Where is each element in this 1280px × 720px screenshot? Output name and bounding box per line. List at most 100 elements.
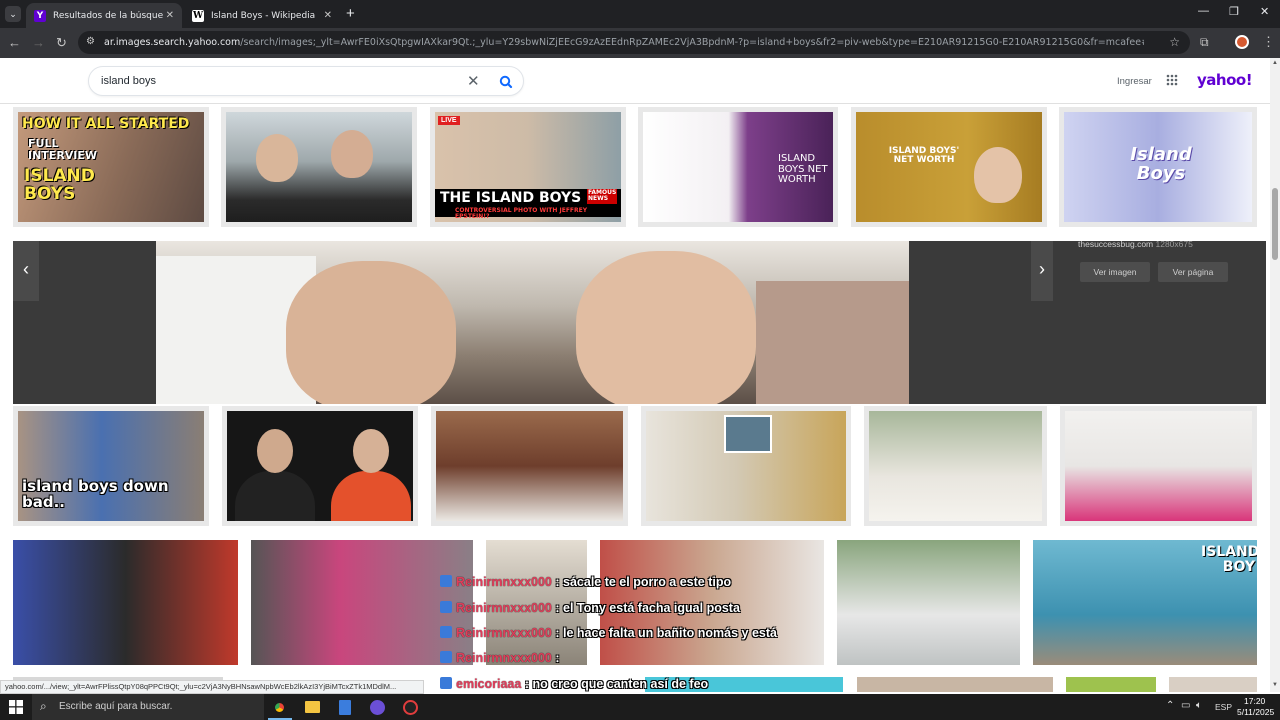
clock-time[interactable]: 17:20 [1244, 696, 1265, 706]
chat-badge-icon [440, 626, 452, 638]
chat-text: : el Tony está facha igual posta [555, 601, 740, 615]
thumbnail-caption: ISLAND BOYS [24, 166, 95, 204]
result-thumbnail[interactable] [13, 540, 238, 665]
network-icon[interactable]: ▭ [1181, 700, 1190, 711]
result-thumbnail[interactable] [864, 406, 1047, 526]
person-shape [235, 471, 315, 521]
person-face [576, 251, 756, 404]
result-thumbnail[interactable] [1066, 677, 1156, 692]
minimize-icon[interactable]: — [1198, 5, 1209, 17]
result-thumbnail[interactable] [1169, 677, 1257, 692]
result-thumbnail[interactable]: ISLAND BOYS' NET WORTH [851, 107, 1047, 227]
clock-date[interactable]: 5/11/2025 [1237, 707, 1274, 717]
chat-message: Reinirmnxxx000 : [440, 651, 560, 665]
person-shape [974, 147, 1022, 203]
chat-text: : sácale te el porro a este tipo [555, 575, 732, 589]
chat-badge-icon [440, 601, 452, 613]
tray-chevron-icon[interactable]: ⌃ [1166, 700, 1174, 711]
preview-prev-button[interactable]: ‹ [13, 241, 39, 301]
site-info-icon[interactable]: ⚙ [86, 36, 95, 47]
document-app-icon[interactable] [339, 700, 351, 715]
chat-badge-icon [440, 651, 452, 663]
address-bar[interactable]: ⚙ ar.images.search.yahoo.com/search/imag… [78, 31, 1190, 54]
obs-app-icon[interactable] [370, 700, 385, 715]
tab-wikipedia[interactable]: W Island Boys - Wikipedia ✕ [184, 3, 340, 28]
tab-search-icon[interactable]: ⌄ [5, 6, 21, 22]
restore-icon[interactable]: ❐ [1229, 5, 1239, 18]
view-image-button[interactable]: Ver imagen [1080, 262, 1150, 282]
view-page-button[interactable]: Ver página [1158, 262, 1228, 282]
file-explorer-icon[interactable] [305, 701, 320, 713]
result-thumbnail[interactable]: ISLAND BOY [1033, 540, 1257, 665]
close-tab-icon[interactable]: ✕ [166, 10, 174, 21]
result-thumbnail[interactable]: island boys down bad.. [13, 406, 209, 526]
windows-start-icon[interactable] [9, 700, 23, 714]
scrollbar-thumb[interactable] [1272, 188, 1278, 260]
pool-wall [756, 281, 909, 404]
chat-text: : no creo que canten así de feo [524, 677, 709, 691]
result-thumbnail[interactable]: HOW IT ALL STARTED FULL INTERVIEW ISLAND… [13, 107, 209, 227]
thumbnail-caption: ISLAND BOY [1201, 544, 1257, 575]
forward-icon[interactable]: → [32, 36, 45, 49]
result-thumbnail[interactable]: Island Boys [1059, 107, 1257, 227]
result-thumbnail[interactable] [1060, 406, 1257, 526]
preview-next-button[interactable]: › [1031, 241, 1053, 301]
chat-text: : le hace falta un bañito nomás y está [555, 626, 777, 640]
thumbnail-caption: HOW IT ALL STARTED [22, 116, 190, 132]
signin-link[interactable]: Ingresar [1117, 76, 1152, 87]
chat-username: Reinirmnxxx000 [456, 601, 552, 615]
yahoo-logo[interactable]: yahoo! [1197, 71, 1253, 89]
profile-avatar[interactable] [1235, 35, 1249, 49]
preview-image[interactable] [156, 241, 909, 404]
apps-grid-icon[interactable] [1166, 73, 1178, 86]
search-box[interactable]: island boys ✕ [88, 66, 524, 96]
person-face [353, 429, 389, 473]
chat-username: Reinirmnxxx000 [456, 575, 552, 589]
extensions-icon[interactable]: ⧉ [1200, 36, 1209, 49]
result-thumbnail[interactable] [431, 406, 628, 526]
chat-message: Reinirmnxxx000 : sácale te el porro a es… [440, 575, 731, 589]
thumbnail-caption: THE ISLAND BOYS [440, 190, 582, 206]
thumbnail-caption: ISLAND BOYS NET WORTH [778, 153, 828, 185]
taskbar-search-box[interactable]: ⌕ Escribe aquí para buscar. [32, 694, 264, 720]
back-icon[interactable]: ← [8, 36, 21, 49]
url-host: ar.images.search.yahoo.com [104, 37, 241, 48]
tab-title: Island Boys - Wikipedia [211, 10, 316, 21]
new-tab-button[interactable]: + [346, 5, 355, 22]
preview-source: thesuccessbug.com 1280x675 [1078, 239, 1193, 249]
clear-search-icon[interactable]: ✕ [467, 72, 480, 90]
person-shape [331, 471, 411, 521]
menu-kebab-icon[interactable]: ⋮ [1262, 35, 1275, 48]
search-icon[interactable] [495, 71, 517, 93]
result-thumbnail[interactable]: LIVE THE ISLAND BOYS CONTROVERSIAL PHOTO… [430, 107, 626, 227]
volume-icon[interactable]: 🔈︎ [1196, 700, 1202, 711]
chat-message: emicoriaaa : no creo que canten así de f… [440, 677, 708, 691]
search-input[interactable]: island boys [101, 75, 156, 87]
chat-badge-icon [440, 575, 452, 587]
chrome-taskbar-icon[interactable] [272, 700, 287, 715]
browser-tab-strip: ⌄ Y Resultados de la búsqueda de im ✕ W … [0, 0, 1280, 28]
result-thumbnail[interactable] [222, 406, 418, 526]
result-thumbnail[interactable]: ISLAND BOYS NET WORTH [638, 107, 838, 227]
result-thumbnail[interactable] [641, 406, 851, 526]
reload-icon[interactable]: ↻ [56, 36, 67, 49]
language-indicator[interactable]: ESP [1215, 702, 1232, 712]
bookmark-star-icon[interactable]: ☆ [1169, 35, 1180, 49]
tab-yahoo-results[interactable]: Y Resultados de la búsqueda de im ✕ [26, 3, 182, 28]
chat-message: Reinirmnxxx000 : le hace falta un bañito… [440, 626, 777, 640]
source-domain: thesuccessbug.com [1078, 239, 1154, 249]
windows-taskbar: ⌕ Escribe aquí para buscar. ⌃ ▭ 🔈︎ ESP 1… [0, 694, 1280, 720]
result-thumbnail[interactable] [221, 107, 417, 227]
recording-app-icon[interactable] [403, 700, 418, 715]
result-thumbnail[interactable] [857, 677, 1053, 692]
scroll-up-icon[interactable]: ▲ [1272, 60, 1278, 66]
close-window-icon[interactable]: ✕ [1260, 5, 1269, 18]
page-scrollbar[interactable]: ▲ ▼ [1270, 58, 1280, 692]
person-shape [331, 130, 373, 178]
thumbnail-caption: CONTROVERSIAL PHOTO WITH JEFFREY EPSTEIN… [455, 207, 588, 221]
close-tab-icon[interactable]: ✕ [324, 10, 332, 21]
result-thumbnail[interactable] [837, 540, 1020, 665]
thumbnail-caption: island boys down bad.. [22, 477, 169, 511]
tab-title: Resultados de la búsqueda de im [53, 10, 163, 21]
scroll-down-icon[interactable]: ▼ [1272, 682, 1278, 688]
